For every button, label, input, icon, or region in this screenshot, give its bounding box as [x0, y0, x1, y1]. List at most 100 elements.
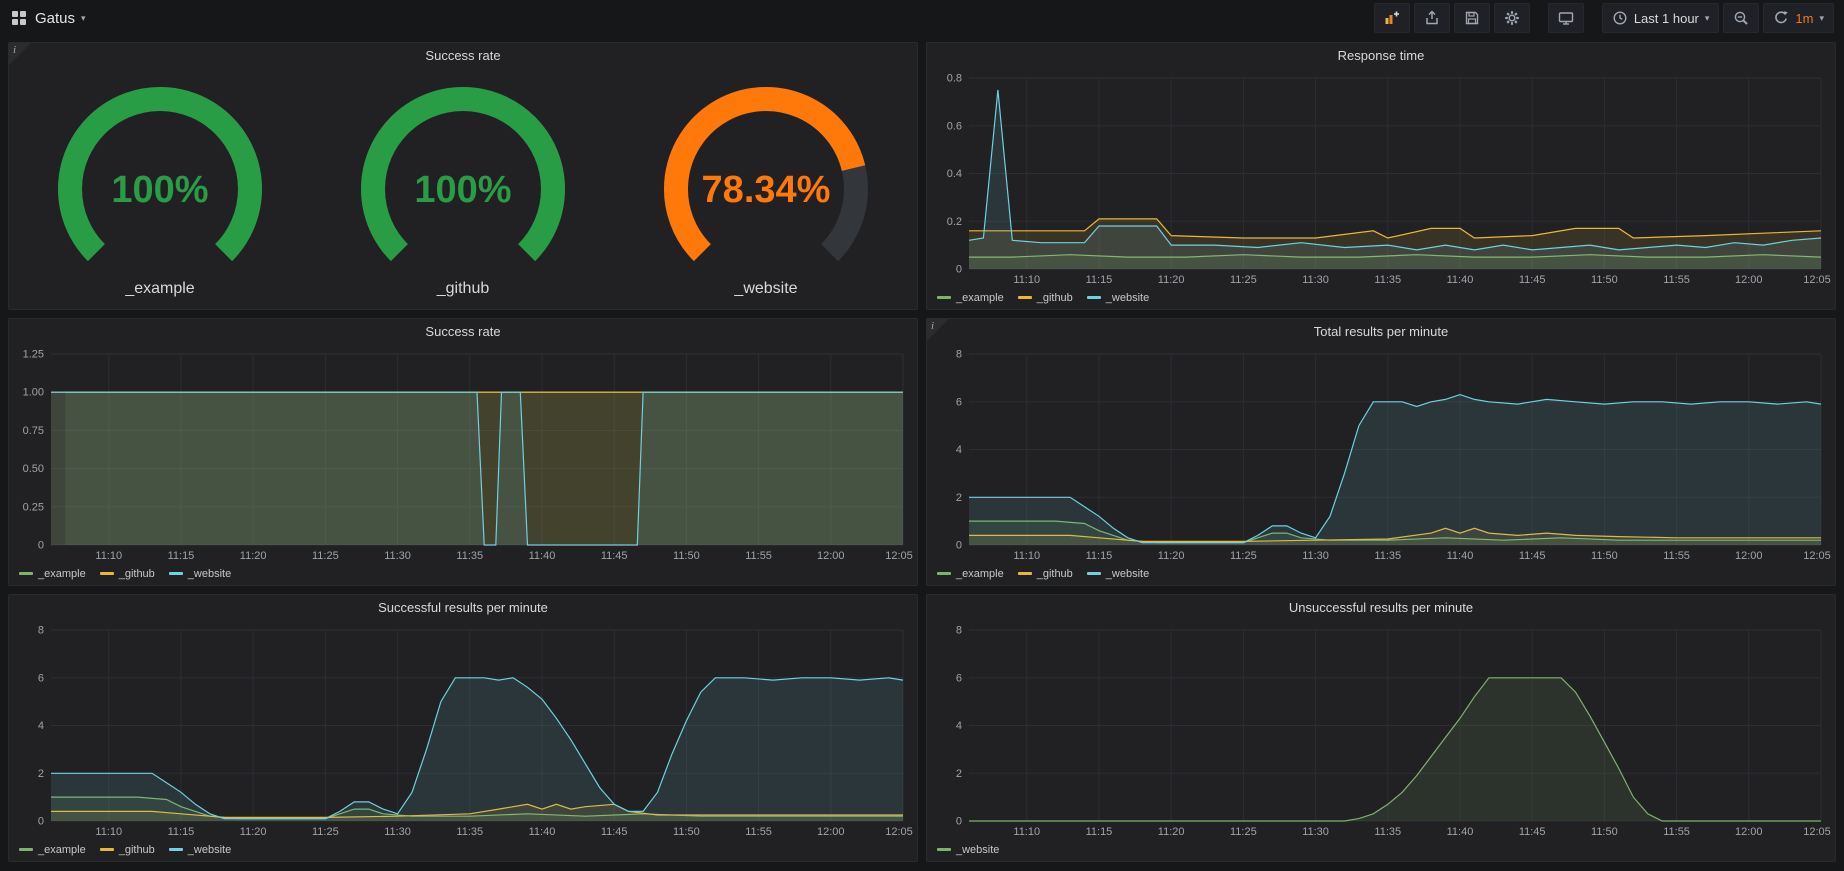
series-area-_website — [969, 395, 1821, 545]
x-tick-label: 11:35 — [456, 826, 483, 838]
legend-item-_website[interactable]: _website — [169, 568, 231, 580]
y-tick-label: 2 — [956, 492, 962, 504]
panel-title[interactable]: Unsuccessful results per minute — [927, 595, 1835, 620]
tv-mode-button[interactable] — [1548, 3, 1584, 33]
zoom-out-icon — [1733, 10, 1749, 26]
legend-color-dash — [100, 848, 114, 851]
x-tick-label: 11:10 — [1013, 826, 1040, 838]
gauge-value: 78.34% — [701, 169, 830, 211]
panel-total-results: i Total results per minute 0246811:1011:… — [926, 318, 1836, 586]
x-tick-label: 11:55 — [1663, 826, 1690, 838]
x-tick-label: 11:40 — [529, 826, 556, 838]
legend-series-name: _github — [1037, 292, 1073, 304]
legend-item-_example[interactable]: _example — [937, 292, 1004, 304]
legend-item-_example[interactable]: _example — [19, 844, 86, 856]
y-tick-label: 0.8 — [947, 73, 962, 85]
navbar: Gatus ▾ — [0, 0, 1844, 36]
total-results-chart[interactable]: 0246811:1011:1511:2011:2511:3011:3511:40… — [927, 344, 1835, 565]
x-tick-label: 11:25 — [1230, 274, 1257, 286]
x-tick-label: 11:50 — [1591, 550, 1618, 562]
settings-gear-icon — [1504, 10, 1520, 26]
x-tick-label: 11:40 — [1447, 274, 1474, 286]
panel-response-time: Response time 00.20.40.60.811:1011:1511:… — [926, 42, 1836, 310]
panel-info-icon[interactable]: i — [927, 319, 949, 341]
legend-series-name: _website — [956, 844, 999, 856]
legend-series-name: _website — [1106, 292, 1149, 304]
panel-title[interactable]: Total results per minute — [927, 319, 1835, 344]
x-tick-label: 11:50 — [1591, 826, 1618, 838]
legend-item-_website[interactable]: _website — [1087, 568, 1149, 580]
x-tick-label: 12:00 — [1735, 826, 1763, 838]
x-tick-label: 11:15 — [168, 550, 195, 562]
y-tick-label: 0 — [38, 816, 44, 828]
legend-item-_website[interactable]: _website — [937, 844, 999, 856]
dashboards-grid-icon[interactable] — [12, 11, 26, 25]
x-tick-label: 11:30 — [1302, 274, 1329, 286]
panel-title[interactable]: Response time — [927, 43, 1835, 68]
time-range-button[interactable]: Last 1 hour ▾ — [1602, 3, 1720, 33]
chart-legend: _example _github _website — [927, 565, 1835, 585]
settings-button[interactable] — [1494, 3, 1530, 33]
share-button[interactable] — [1414, 3, 1450, 33]
x-tick-label: 11:55 — [1663, 550, 1690, 562]
legend-item-_github[interactable]: _github — [100, 568, 155, 580]
panel-title[interactable]: Successful results per minute — [9, 595, 917, 620]
success-rate-chart[interactable]: 00.250.500.751.001.2511:1011:1511:2011:2… — [9, 344, 917, 565]
y-tick-label: 4 — [956, 444, 962, 456]
legend-series-name: _example — [38, 568, 86, 580]
legend-item-_example[interactable]: _example — [937, 568, 1004, 580]
add-panel-button[interactable] — [1374, 3, 1410, 33]
save-icon — [1464, 10, 1480, 26]
x-tick-label: 11:20 — [240, 550, 267, 562]
x-tick-label: 11:40 — [529, 550, 556, 562]
legend-item-_github[interactable]: _github — [1018, 292, 1073, 304]
add-panel-icon — [1384, 10, 1400, 26]
gauge-_example: 100%_example — [24, 77, 296, 301]
chart-legend: _example _github _website — [9, 841, 917, 861]
y-tick-label: 0 — [956, 816, 962, 828]
x-tick-label: 11:10 — [95, 826, 122, 838]
x-tick-label: 11:15 — [1086, 274, 1113, 286]
legend-item-_example[interactable]: _example — [19, 568, 86, 580]
successful-results-chart[interactable]: 0246811:1011:1511:2011:2511:3011:3511:40… — [9, 620, 917, 841]
unsuccessful-results-chart[interactable]: 0246811:1011:1511:2011:2511:3011:3511:40… — [927, 620, 1835, 841]
legend-color-dash — [1087, 296, 1101, 299]
x-tick-label: 12:05 — [1803, 550, 1831, 562]
panel-info-icon[interactable]: i — [9, 43, 31, 65]
legend-color-dash — [19, 572, 33, 575]
x-tick-label: 11:55 — [745, 550, 772, 562]
dashboard-title[interactable]: Gatus ▾ — [35, 10, 86, 27]
refresh-button[interactable]: 1m ▾ — [1763, 3, 1834, 33]
save-button[interactable] — [1454, 3, 1490, 33]
chevron-down-icon: ▾ — [1819, 13, 1824, 24]
zoom-out-button[interactable] — [1723, 3, 1759, 33]
legend-item-_website[interactable]: _website — [169, 844, 231, 856]
panel-title[interactable]: Success rate — [9, 319, 917, 344]
y-tick-label: 0.6 — [947, 120, 962, 132]
share-icon — [1424, 10, 1440, 26]
legend-item-_website[interactable]: _website — [1087, 292, 1149, 304]
x-tick-label: 11:40 — [1447, 826, 1474, 838]
y-tick-label: 0 — [956, 264, 962, 276]
legend-item-_github[interactable]: _github — [100, 844, 155, 856]
x-tick-label: 11:20 — [1158, 274, 1185, 286]
x-tick-label: 12:00 — [1735, 550, 1763, 562]
legend-item-_github[interactable]: _github — [1018, 568, 1073, 580]
x-tick-label: 11:25 — [312, 550, 339, 562]
y-tick-label: 8 — [956, 349, 962, 361]
panel-title[interactable]: Success rate — [9, 43, 917, 68]
dashboard-title-text: Gatus — [35, 10, 75, 27]
gauge-value: 100% — [112, 169, 209, 211]
y-tick-label: 0.2 — [947, 216, 962, 228]
response-time-chart[interactable]: 00.20.40.60.811:1011:1511:2011:2511:3011… — [927, 68, 1835, 289]
legend-series-name: _website — [1106, 568, 1149, 580]
y-tick-label: 0 — [956, 540, 962, 552]
legend-series-name: _website — [188, 568, 231, 580]
y-tick-label: 0.25 — [23, 501, 44, 513]
chart-legend: _website — [927, 841, 1835, 861]
y-tick-label: 4 — [956, 720, 962, 732]
x-tick-label: 11:20 — [1158, 550, 1185, 562]
x-tick-label: 11:15 — [1086, 826, 1113, 838]
y-tick-label: 0.75 — [23, 425, 44, 437]
x-tick-label: 11:10 — [1013, 274, 1040, 286]
